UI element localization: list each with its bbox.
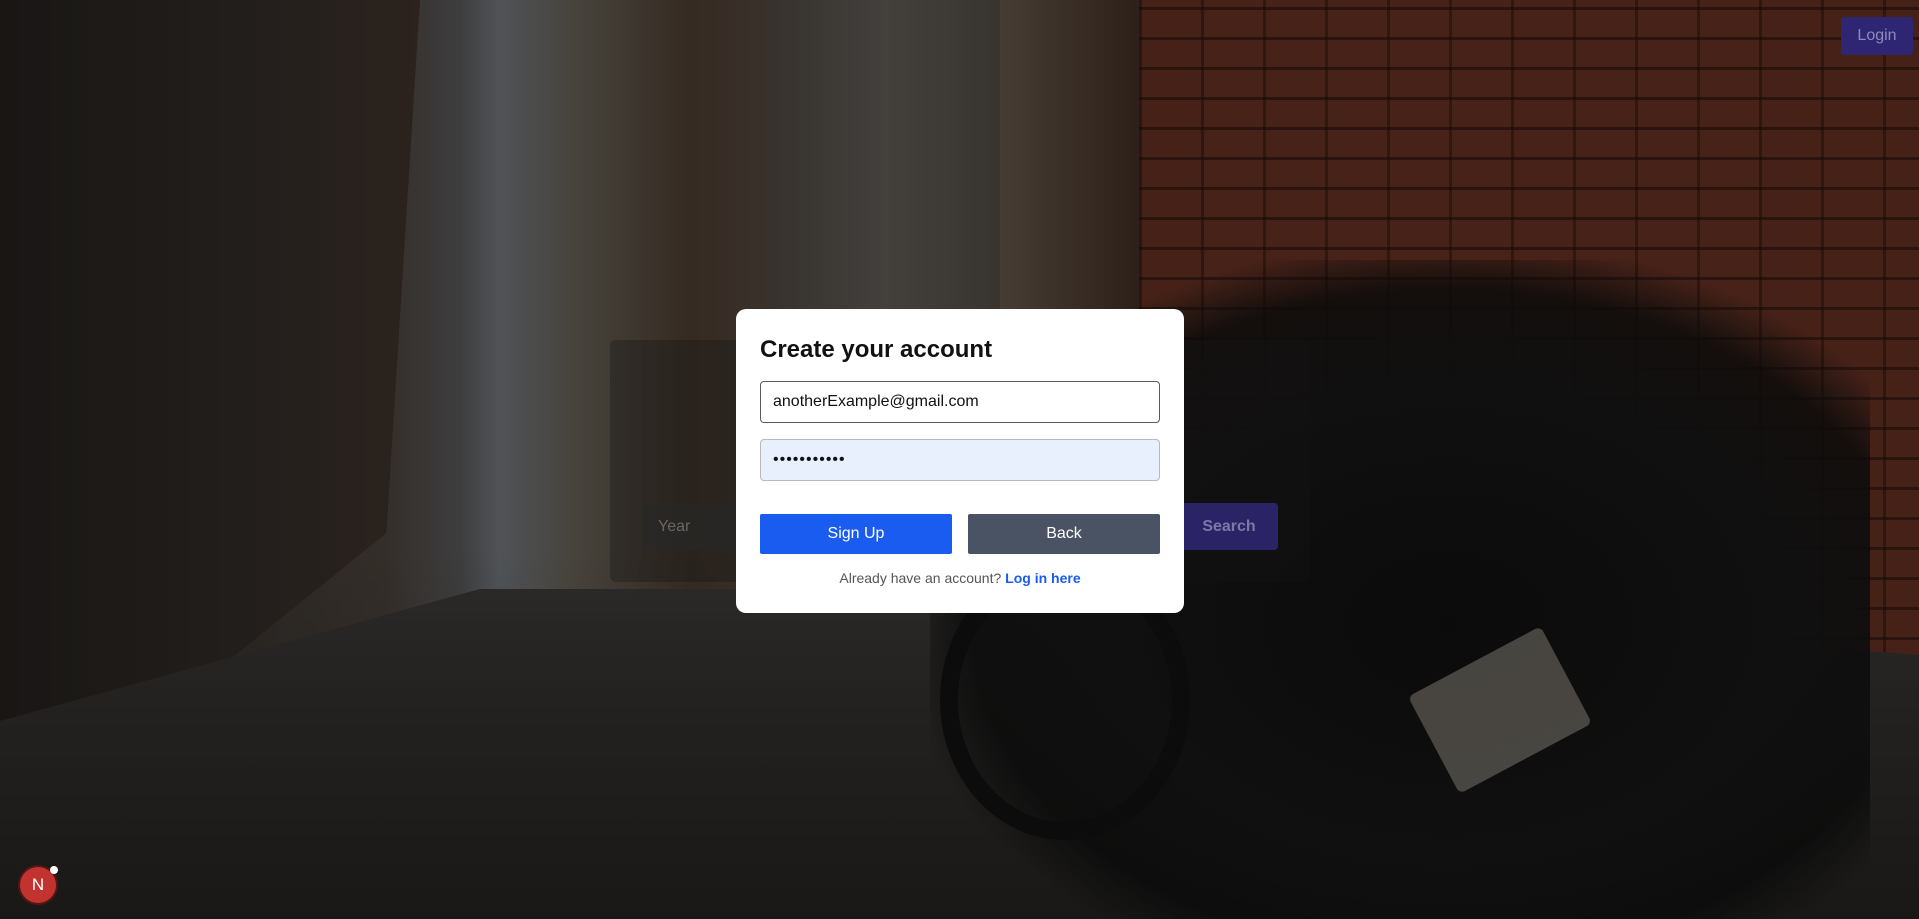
log-in-link[interactable]: Log in here [1005,570,1080,586]
modal-title: Create your account [760,336,993,363]
modal-actions: Sign Up Back [760,514,1160,554]
email-field[interactable] [760,381,1160,423]
badge-letter: N [31,875,45,894]
search-button[interactable]: Search [1180,503,1278,550]
page: Login Year Search Create your account Si… [0,0,1919,919]
login-button[interactable]: Login [1841,17,1913,55]
password-field[interactable] [760,439,1160,481]
login-prompt-text: Already have an account? [839,570,1002,586]
signup-modal: Create your account Sign Up Back Already… [736,309,1184,613]
nextjs-badge-icon[interactable]: N [20,866,58,903]
sign-up-button[interactable]: Sign Up [760,514,952,554]
login-prompt: Already have an account? Log in here [760,570,1160,586]
notification-dot-icon [50,866,58,874]
back-button[interactable]: Back [968,514,1160,554]
